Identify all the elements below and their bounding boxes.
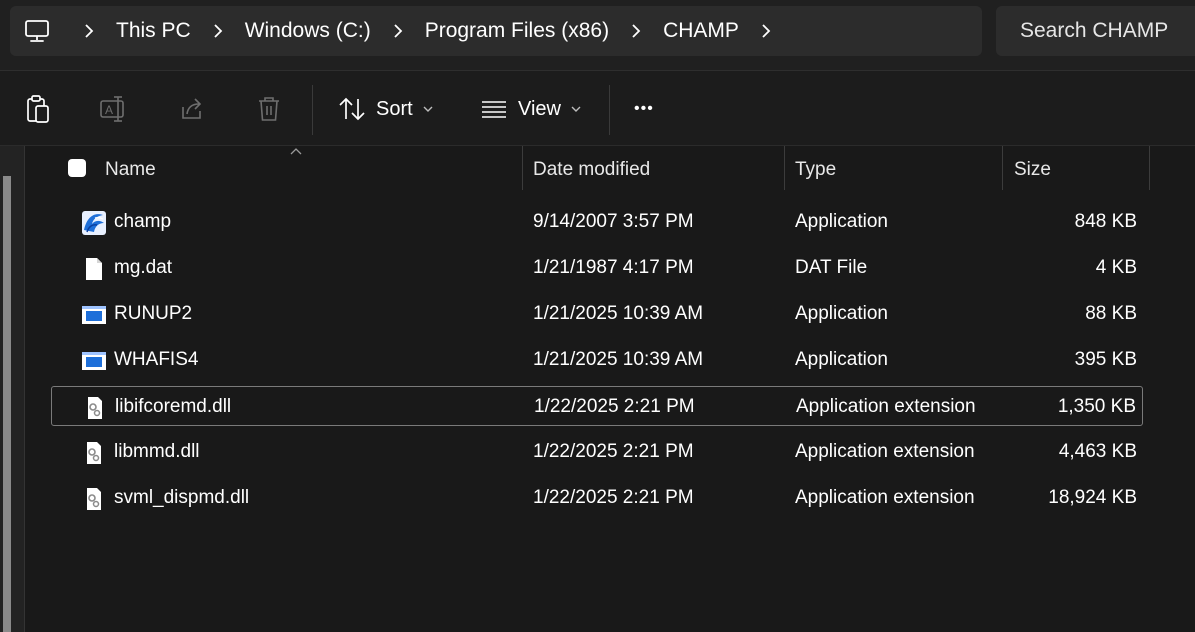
view-lines-icon <box>482 101 506 118</box>
file-size: 1,350 KB <box>1057 396 1136 417</box>
file-date: 1/22/2025 2:21 PM <box>533 487 694 508</box>
toolbar-divider <box>609 85 610 135</box>
file-row[interactable]: mg.dat 1/21/1987 4:17 PM DAT File 4 KB <box>51 248 1143 288</box>
navigation-pane-edge <box>0 146 25 632</box>
file-row[interactable]: champ 9/14/2007 3:57 PM Application 848 … <box>51 202 1143 242</box>
view-label: View <box>518 97 561 120</box>
column-header-size-label: Size <box>1014 159 1051 180</box>
sort-label: Sort <box>376 97 413 120</box>
file-type: Application extension <box>795 487 975 508</box>
address-bar[interactable]: This PC Windows (C:) Program Files (x86)… <box>10 6 982 56</box>
file-date: 1/21/1987 4:17 PM <box>533 257 694 278</box>
dll-gear-icon <box>88 397 102 419</box>
svg-text:A: A <box>105 103 113 117</box>
file-size: 395 KB <box>1074 349 1137 370</box>
file-row[interactable]: RUNUP2 1/21/2025 10:39 AM Application 88… <box>51 294 1143 334</box>
breadcrumb-program-files-x86[interactable]: Program Files (x86) <box>423 19 611 43</box>
file-size: 848 KB <box>1074 211 1137 232</box>
file-size: 4 KB <box>1095 257 1137 278</box>
file-date: 1/21/2025 10:39 AM <box>533 303 704 324</box>
file-name: WHAFIS4 <box>114 349 199 370</box>
column-header-size[interactable]: Size <box>1014 146 1051 194</box>
breadcrumb-this-pc[interactable]: This PC <box>114 19 193 43</box>
file-size: 88 KB <box>1085 303 1137 324</box>
chevron-right-icon[interactable] <box>373 23 423 39</box>
sort-ascending-icon <box>290 148 302 155</box>
this-pc-icon[interactable] <box>10 6 64 56</box>
wave-app-icon <box>82 211 106 235</box>
app-window-icon <box>82 306 106 324</box>
file-type: Application extension <box>795 441 975 462</box>
column-header-date[interactable]: Date modified <box>533 146 650 194</box>
app-window-icon <box>82 352 106 370</box>
column-resize-handle[interactable] <box>1002 146 1003 190</box>
breadcrumb-windows-c[interactable]: Windows (C:) <box>243 19 373 43</box>
column-resize-handle[interactable] <box>784 146 785 190</box>
file-size: 4,463 KB <box>1058 441 1137 462</box>
search-placeholder: Search CHAMP <box>1020 19 1169 42</box>
view-button[interactable]: View <box>480 91 581 127</box>
column-header-type-label: Type <box>795 159 837 180</box>
chevron-right-icon[interactable] <box>741 23 791 39</box>
more-options-button[interactable]: ••• <box>634 91 654 127</box>
file-type: Application <box>795 303 888 324</box>
file-name: libmmd.dll <box>114 441 200 462</box>
file-date: 9/14/2007 3:57 PM <box>533 211 694 232</box>
sort-arrows-icon <box>339 97 365 121</box>
file-row[interactable]: libmmd.dll 1/22/2025 2:21 PM Application… <box>51 432 1143 472</box>
chevron-down-icon <box>423 106 433 112</box>
more-options-icon: ••• <box>634 100 654 117</box>
file-icon <box>86 258 102 280</box>
column-header-date-label: Date modified <box>533 159 651 180</box>
toolbar-divider <box>312 85 313 135</box>
sort-button[interactable]: Sort <box>338 91 433 127</box>
file-type: Application extension <box>796 396 976 417</box>
chevron-right-icon[interactable] <box>193 23 243 39</box>
column-header-type[interactable]: Type <box>795 146 836 194</box>
breadcrumb-champ[interactable]: CHAMP <box>661 19 741 43</box>
dll-gear-icon <box>87 442 101 464</box>
file-row-selected[interactable]: libifcoremd.dll 1/22/2025 2:21 PM Applic… <box>51 386 1143 426</box>
file-row[interactable]: WHAFIS4 1/21/2025 10:39 AM Application 3… <box>51 340 1143 380</box>
address-bar-region: This PC Windows (C:) Program Files (x86)… <box>0 0 1195 70</box>
search-box[interactable]: Search CHAMP <box>996 6 1195 56</box>
file-date: 1/22/2025 2:21 PM <box>534 396 695 417</box>
file-name: libifcoremd.dll <box>115 396 232 417</box>
file-row[interactable]: svml_dispmd.dll 1/22/2025 2:21 PM Applic… <box>51 478 1143 518</box>
column-resize-handle[interactable] <box>1149 146 1150 190</box>
file-date: 1/21/2025 10:39 AM <box>533 349 704 370</box>
column-resize-handle[interactable] <box>522 146 523 190</box>
share-icon[interactable] <box>176 93 208 125</box>
file-type: Application <box>795 349 888 370</box>
command-bar: A Sort View ••• <box>0 70 1195 146</box>
column-header-name[interactable]: Name <box>105 146 156 194</box>
file-type: DAT File <box>795 257 868 278</box>
column-header-row: Name Date modified Type Size <box>25 146 1195 194</box>
file-name: RUNUP2 <box>114 303 193 324</box>
chevron-right-icon[interactable] <box>611 23 661 39</box>
delete-icon[interactable] <box>253 93 285 125</box>
file-name: svml_dispmd.dll <box>114 487 250 508</box>
chevron-down-icon <box>571 106 581 112</box>
dll-gear-icon <box>87 488 101 510</box>
select-all-checkbox[interactable] <box>68 159 86 177</box>
file-date: 1/22/2025 2:21 PM <box>533 441 694 462</box>
file-type: Application <box>795 211 888 232</box>
file-name: mg.dat <box>114 257 173 278</box>
chevron-right-icon[interactable] <box>64 23 114 39</box>
paste-icon[interactable] <box>22 93 54 125</box>
rename-icon[interactable]: A <box>98 93 130 125</box>
file-name: champ <box>114 211 172 232</box>
file-size: 18,924 KB <box>1048 487 1137 508</box>
column-header-name-label: Name <box>105 159 156 180</box>
scrollbar-thumb[interactable] <box>3 176 11 632</box>
